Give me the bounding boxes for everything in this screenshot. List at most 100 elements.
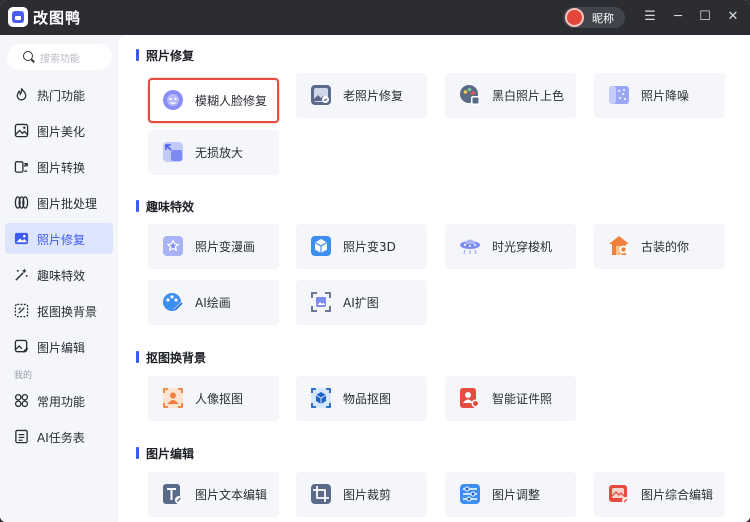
cutout-icon	[14, 303, 29, 318]
tile-comprehensive-edit[interactable]: 图片综合编辑	[594, 472, 725, 517]
search-placeholder: 搜索功能	[40, 54, 80, 65]
minimize-icon[interactable]: ─	[669, 8, 687, 26]
sidebar-item-label: 图片编辑	[37, 341, 86, 355]
maximize-icon[interactable]: ☐	[696, 8, 714, 26]
tile-label: 黑白照片上色	[492, 89, 565, 103]
app-title: 改图鸭	[33, 9, 82, 27]
tile-object-cutout[interactable]: 物品抠图	[296, 376, 427, 421]
sidebar-item-label: 常用功能	[37, 395, 86, 409]
tile-ai-paint[interactable]: AI绘画	[148, 280, 279, 325]
sidebar: 搜索功能 热门功能 图片美化 图片转换 图片批处理 照片修复 趣味特效 抠图换背…	[0, 35, 118, 522]
tile-label: 图片裁剪	[343, 488, 392, 502]
upscale-icon	[162, 141, 184, 163]
sidebar-item-favorites[interactable]: 常用功能	[5, 385, 113, 416]
comprehensive-edit-icon	[608, 483, 630, 505]
costume-icon	[608, 235, 630, 257]
tile-ai-expand[interactable]: AI扩图	[296, 280, 427, 325]
tile-costume[interactable]: 古装的你	[594, 224, 725, 269]
tile-label: 时光穿梭机	[492, 240, 553, 254]
app-window: 改图鸭 昵称 ☰ ─ ☐ ✕ 搜索功能 热门功能 图片美化 图片转换 图片批处理	[0, 0, 750, 522]
tile-adjust[interactable]: 图片调整	[445, 472, 576, 517]
tile-label: 老照片修复	[343, 89, 404, 103]
sidebar-item-label: 热门功能	[37, 89, 86, 103]
sidebar-item-label: 图片转换	[37, 161, 86, 175]
tile-label: 照片变3D	[343, 240, 396, 254]
user-name: 昵称	[592, 12, 614, 25]
tile-label: 无损放大	[195, 146, 244, 160]
app-logo-icon	[8, 7, 28, 27]
face-repair-icon	[162, 89, 184, 111]
image-beautify-icon	[14, 123, 29, 138]
tile-text-edit[interactable]: 图片文本编辑	[148, 472, 279, 517]
object-cutout-icon	[310, 387, 332, 409]
tile-portrait-cutout[interactable]: 人像抠图	[148, 376, 279, 421]
tile-crop[interactable]: 图片裁剪	[296, 472, 427, 517]
tile-label: AI绘画	[195, 296, 231, 310]
sidebar-item-label: 抠图换背景	[37, 305, 98, 319]
tile-old-photo[interactable]: 老照片修复	[296, 73, 427, 118]
image-edit-icon	[14, 339, 29, 353]
section-title-edit: 图片编辑	[136, 445, 194, 462]
adjust-icon	[459, 483, 481, 505]
sidebar-item-edit[interactable]: 图片编辑	[5, 331, 113, 362]
section-title-fun-effects: 趣味特效	[136, 198, 194, 215]
search-input[interactable]: 搜索功能	[7, 44, 112, 70]
sidebar-item-batch[interactable]: 图片批处理	[5, 187, 113, 218]
close-icon[interactable]: ✕	[724, 8, 742, 26]
ai-paint-icon	[162, 291, 184, 313]
tile-label: 人像抠图	[195, 392, 244, 406]
photo-repair-icon	[14, 232, 29, 245]
magic-wand-icon	[15, 268, 28, 281]
sidebar-item-label: 趣味特效	[37, 269, 86, 283]
tile-id-photo[interactable]: 智能证件照	[445, 376, 576, 421]
search-icon	[23, 51, 33, 61]
tile-label: 图片文本编辑	[195, 488, 268, 502]
cube-3d-icon	[310, 235, 332, 257]
tile-comic[interactable]: 照片变漫画	[148, 224, 279, 269]
tile-label: 物品抠图	[343, 392, 392, 406]
tile-upscale[interactable]: 无损放大	[148, 130, 279, 175]
grid-icon	[14, 393, 29, 408]
section-title-photo-repair: 照片修复	[136, 47, 194, 64]
user-profile-button[interactable]: 昵称	[563, 7, 625, 28]
avatar	[565, 8, 584, 27]
sidebar-item-hot[interactable]: 热门功能	[5, 79, 113, 110]
crop-icon	[310, 483, 332, 505]
sidebar-item-label: 图片美化	[37, 125, 86, 139]
portrait-cutout-icon	[162, 387, 184, 409]
tile-label: 模糊人脸修复	[195, 94, 268, 108]
id-photo-icon	[459, 387, 481, 409]
sidebar-item-cutout[interactable]: 抠图换背景	[5, 295, 113, 326]
tile-denoise[interactable]: 照片降噪	[594, 73, 725, 118]
sidebar-item-label: AI任务表	[37, 431, 85, 445]
sidebar-item-fun-effects[interactable]: 趣味特效	[5, 259, 113, 290]
colorize-icon	[459, 84, 481, 106]
main-panel: 照片修复 模糊人脸修复 老照片修复 黑白照片上色 照片降噪 无损放大 趣味特效 …	[118, 35, 750, 522]
tile-label: 照片变漫画	[195, 240, 256, 254]
tile-time-machine[interactable]: 时光穿梭机	[445, 224, 576, 269]
fire-icon	[16, 88, 27, 101]
tile-3d[interactable]: 照片变3D	[296, 224, 427, 269]
section-title-cutout: 抠图换背景	[136, 349, 206, 366]
sidebar-item-photo-repair[interactable]: 照片修复	[5, 223, 113, 254]
group-label-mine: 我的	[14, 371, 33, 381]
comic-icon	[162, 235, 184, 257]
sidebar-item-beautify[interactable]: 图片美化	[5, 115, 113, 146]
tile-face-repair[interactable]: 模糊人脸修复	[148, 78, 279, 123]
tile-label: 照片降噪	[641, 89, 690, 103]
sidebar-item-label: 照片修复	[37, 233, 86, 247]
tile-label: AI扩图	[343, 296, 379, 310]
tile-label: 图片调整	[492, 488, 541, 502]
ai-expand-icon	[310, 291, 332, 313]
tile-label: 智能证件照	[492, 392, 553, 406]
convert-icon	[14, 161, 28, 173]
sidebar-item-ai-tasks[interactable]: AI任务表	[5, 421, 113, 452]
denoise-icon	[608, 84, 630, 106]
tile-colorize[interactable]: 黑白照片上色	[445, 73, 576, 118]
title-bar: 改图鸭 昵称 ☰ ─ ☐ ✕	[0, 0, 750, 35]
menu-icon[interactable]: ☰	[641, 8, 659, 26]
sidebar-item-convert[interactable]: 图片转换	[5, 151, 113, 182]
old-photo-icon	[310, 84, 332, 106]
sidebar-item-label: 图片批处理	[37, 197, 98, 211]
tile-label: 图片综合编辑	[641, 488, 714, 502]
